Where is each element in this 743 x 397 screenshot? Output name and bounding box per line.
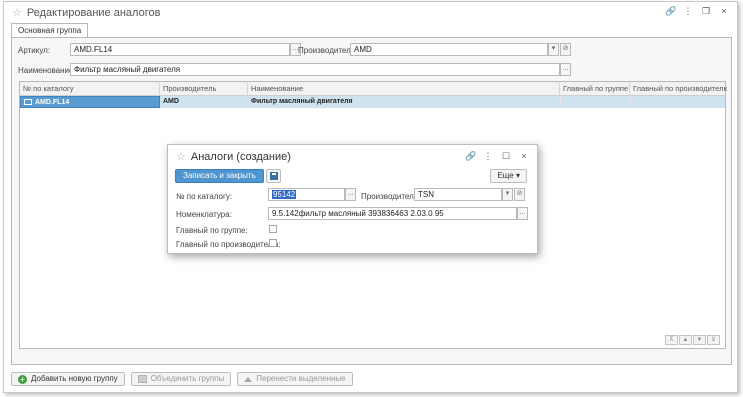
catalog-value: 95142 (272, 190, 297, 199)
cell-catalog-no-text: AMD.FL14 (35, 99, 70, 106)
article-label: Артикул: (18, 46, 51, 55)
merge-groups-button[interactable]: Объединить группы (130, 372, 232, 386)
add-group-button[interactable]: + Добавить новую группу (11, 372, 125, 386)
catalog-input[interactable]: 95142 (268, 188, 345, 201)
table-row[interactable]: AMD.FL14 AMD Фильтр масляный двигателя (20, 96, 725, 108)
column-main-manufacturer[interactable]: Главный по производителю (630, 82, 727, 96)
cell-main-manufacturer[interactable] (630, 96, 727, 108)
manufacturer-input[interactable]: AMD (350, 43, 548, 56)
row-item-icon (24, 99, 32, 106)
nomenclature-input[interactable]: 9.5.142фильтр масляный 393836463 2.03.0 … (268, 207, 517, 220)
add-group-label: Добавить новую группу (31, 374, 118, 383)
dialog-controls: 🔗 ⋮ ☐ × (465, 151, 529, 162)
dialog-manufacturer-input[interactable]: TSN (414, 188, 502, 201)
dialog-title-bar: ☆ Аналоги (создание) (176, 150, 291, 164)
tab-main-group[interactable]: Основная группа (11, 23, 89, 38)
manufacturer-label: Производитель: (298, 46, 358, 55)
analog-create-dialog: ☆ Аналоги (создание) 🔗 ⋮ ☐ × Записать и … (167, 144, 538, 254)
star-icon[interactable]: ☆ (12, 6, 22, 19)
column-catalog-no[interactable]: № по каталогу (20, 82, 160, 96)
link-icon[interactable]: ⊘ (560, 43, 571, 56)
save-icon (270, 172, 278, 180)
merge-icon (137, 375, 147, 383)
more-label: Еще (497, 171, 514, 180)
chevron-down-icon: ▾ (515, 171, 520, 180)
bottom-toolbar: + Добавить новую группу Объединить групп… (11, 372, 353, 386)
dialog-title: Аналоги (создание) (190, 150, 291, 163)
name-select-button[interactable]: ... (560, 63, 571, 76)
scroll-top-button[interactable]: ⊼ (665, 335, 678, 345)
table-scroll-buttons: ⊼ ▲ ▼ ⊻ (665, 335, 720, 345)
table-header: № по каталогу Производитель Наименование… (20, 82, 727, 96)
article-input[interactable]: AMD.FL14 (70, 43, 290, 56)
plus-icon: + (18, 374, 27, 384)
link-icon[interactable]: 🔗 (665, 6, 676, 17)
dropdown-icon[interactable]: ▾ (548, 43, 559, 56)
maximize-icon[interactable]: ☐ (501, 151, 511, 162)
window-title-bar: ☆ Редактирование аналогов (12, 6, 161, 20)
merge-groups-label: Объединить группы (150, 374, 225, 383)
cell-name[interactable]: Фильтр масляный двигателя (248, 96, 560, 108)
link-icon[interactable]: ⊘ (514, 188, 525, 201)
cell-catalog-no[interactable]: AMD.FL14 (20, 96, 160, 108)
catalog-select-button[interactable]: ... (345, 188, 356, 201)
catalog-label: № по каталогу: (176, 192, 233, 201)
link-icon[interactable]: 🔗 (465, 151, 476, 162)
dialog-manufacturer-label: Производитель: (361, 192, 421, 201)
move-selected-label: Перенести выделенные (256, 374, 346, 383)
column-main-group[interactable]: Главный по группе (560, 82, 630, 96)
column-name[interactable]: Наименование (248, 82, 560, 96)
more-icon[interactable]: ⋮ (483, 151, 493, 162)
main-manufacturer-label: Главный по производителю: (176, 240, 281, 249)
star-icon[interactable]: ☆ (176, 150, 186, 163)
close-icon[interactable]: × (719, 6, 729, 17)
arrow-up-icon (244, 376, 253, 382)
window-controls: 🔗 ⋮ ❐ × (665, 6, 729, 17)
cell-main-group[interactable] (560, 96, 630, 108)
more-button[interactable]: Еще ▾ (490, 169, 527, 183)
close-icon[interactable]: × (519, 151, 529, 162)
name-input[interactable]: Фильтр масляный двигателя (70, 63, 560, 76)
nomenclature-select-button[interactable]: ... (517, 207, 528, 220)
main-manufacturer-checkbox[interactable] (269, 239, 277, 247)
column-manufacturer[interactable]: Производитель (160, 82, 248, 96)
restore-icon[interactable]: ❐ (701, 6, 711, 17)
dropdown-icon[interactable]: ▾ (502, 188, 513, 201)
name-label: Наименование: (18, 66, 76, 75)
cell-manufacturer[interactable]: AMD (160, 96, 248, 108)
nomenclature-label: Номенклатура: (176, 210, 232, 219)
save-close-button[interactable]: Записать и закрыть (175, 169, 264, 183)
move-selected-button[interactable]: Перенести выделенные (237, 372, 353, 386)
scroll-down-button[interactable]: ▼ (693, 335, 706, 345)
scroll-up-button[interactable]: ▲ (679, 335, 692, 345)
save-button[interactable] (266, 169, 281, 183)
main-group-label: Главный по группе: (176, 226, 248, 235)
window-title: Редактирование аналогов (26, 6, 161, 19)
more-icon[interactable]: ⋮ (683, 6, 693, 17)
scroll-bottom-button[interactable]: ⊻ (707, 335, 720, 345)
main-group-checkbox[interactable] (269, 225, 277, 233)
